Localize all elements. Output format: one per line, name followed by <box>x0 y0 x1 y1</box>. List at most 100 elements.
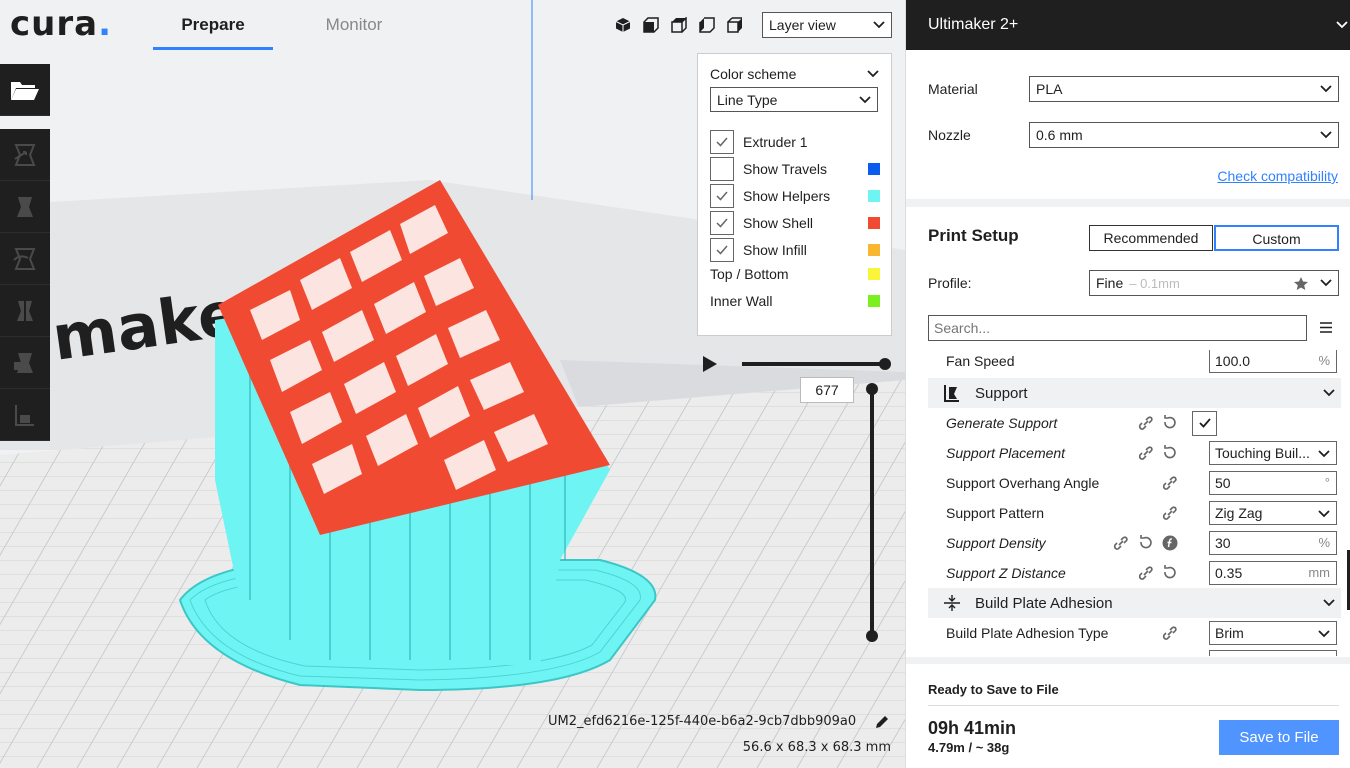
tab-monitor[interactable]: Monitor <box>294 0 414 50</box>
view-front-icon[interactable] <box>640 14 662 36</box>
reset-icon[interactable] <box>1162 445 1178 461</box>
shell-color-swatch <box>868 217 880 229</box>
3d-viewport[interactable]: maker cura. Prepare Monitor Layer view C… <box>0 0 905 768</box>
recommended-mode-button[interactable]: Recommended <box>1089 225 1213 251</box>
view-left-icon[interactable] <box>696 14 718 36</box>
legend-item-show-helpers[interactable]: Show Helpers <box>710 184 880 208</box>
setting-support-z-distance: Support Z Distance 0.35 mm <box>928 558 1341 588</box>
move-icon <box>14 143 36 166</box>
section-divider <box>906 657 1350 664</box>
move-tool-button[interactable] <box>0 129 50 181</box>
view-orientation-toolbar <box>612 14 746 36</box>
fan-speed-input[interactable]: 100.0% <box>1209 350 1337 373</box>
setting-label: Generate Support <box>946 415 1058 431</box>
legend-label: Inner Wall <box>710 293 773 309</box>
chevron-down-icon <box>873 21 885 29</box>
check-icon <box>1198 418 1211 428</box>
color-scheme-value: Line Type <box>717 91 778 108</box>
material-label: Material <box>928 81 978 97</box>
extruder-checkbox[interactable] <box>710 130 734 154</box>
view-top-icon[interactable] <box>668 14 690 36</box>
per-model-settings-button[interactable] <box>0 337 50 389</box>
layer-number-input[interactable]: 677 <box>800 377 854 403</box>
per-model-icon <box>14 352 33 373</box>
setting-support-placement: Support Placement Touching Buil... <box>928 438 1341 468</box>
custom-mode-button[interactable]: Custom <box>1214 225 1339 251</box>
support-z-distance-input[interactable]: 0.35 mm <box>1209 561 1337 585</box>
machine-selector[interactable]: Ultimaker 2+ <box>906 0 1350 50</box>
rotate-tool-button[interactable] <box>0 233 50 285</box>
print-time: 09h 41min <box>928 718 1017 738</box>
pencil-icon[interactable] <box>874 714 890 730</box>
menu-icon[interactable] <box>1320 322 1332 333</box>
view-3d-icon[interactable] <box>612 14 634 36</box>
settings-search-input[interactable] <box>928 315 1307 341</box>
show-helpers-checkbox[interactable] <box>710 184 734 208</box>
scale-tool-button[interactable] <box>0 181 50 233</box>
support-placement-select[interactable]: Touching Buil... <box>1209 441 1337 465</box>
setting-label: Support Density <box>946 535 1046 551</box>
show-infill-checkbox[interactable] <box>710 238 734 262</box>
view-mode-select[interactable]: Layer view <box>762 12 892 38</box>
check-compatibility-link[interactable]: Check compatibility <box>1217 168 1338 184</box>
category-support[interactable]: Support <box>928 378 1341 408</box>
setting-label: Fan Speed <box>946 353 1015 369</box>
category-build-plate-adhesion[interactable]: Build Plate Adhesion <box>928 588 1341 618</box>
adhesion-type-select[interactable]: Brim <box>1209 621 1337 645</box>
setting-support-density: Support Density 30% <box>928 528 1341 558</box>
support-pattern-select[interactable]: Zig Zag <box>1209 501 1337 525</box>
check-icon <box>716 137 728 147</box>
object-filename: UM2_efd6216e-125f-440e-b6a2-9cb7dbb909a0 <box>548 714 857 729</box>
check-icon <box>716 218 728 228</box>
chevron-down-icon <box>1320 279 1332 287</box>
color-scheme-select[interactable]: Line Type <box>710 87 878 112</box>
chevron-down-icon <box>1320 85 1332 93</box>
path-slider-handle[interactable] <box>879 358 891 370</box>
chevron-down-icon <box>1336 21 1348 29</box>
nozzle-label: Nozzle <box>928 127 971 143</box>
object-dimensions: 56.6 x 68.3 x 68.3 mm <box>742 740 891 755</box>
material-select[interactable]: PLA <box>1029 76 1339 102</box>
reset-icon[interactable] <box>1162 415 1178 431</box>
view-right-icon[interactable] <box>724 14 746 36</box>
legend-item-show-travels[interactable]: Show Travels <box>710 157 880 181</box>
chevron-down-icon[interactable] <box>867 70 879 78</box>
setting-build-plate-adhesion-type: Build Plate Adhesion Type Brim <box>928 618 1341 648</box>
generate-support-checkbox[interactable] <box>1192 410 1217 436</box>
chevron-down-icon <box>859 95 871 103</box>
chevron-down-icon <box>1323 599 1335 607</box>
machine-name: Ultimaker 2+ <box>928 16 1019 33</box>
partial-next-setting <box>1209 650 1337 656</box>
show-travels-checkbox[interactable] <box>710 157 734 181</box>
nozzle-value: 0.6 mm <box>1036 127 1083 143</box>
chevron-down-icon <box>1318 630 1330 638</box>
chevron-down-icon <box>1323 389 1335 397</box>
legend-item-show-shell[interactable]: Show Shell <box>710 211 880 235</box>
layer-slider-upper-handle[interactable] <box>866 383 878 395</box>
legend-item-extruder-1[interactable]: Extruder 1 <box>710 130 880 154</box>
legend-item-show-infill[interactable]: Show Infill <box>710 238 880 262</box>
link-icon <box>1138 446 1153 460</box>
profile-select[interactable]: Fine – 0.1mm <box>1089 270 1339 296</box>
support-density-input[interactable]: 30% <box>1209 531 1337 555</box>
save-to-file-button[interactable]: Save to File <box>1219 720 1339 755</box>
layer-slider-lower-handle[interactable] <box>866 630 878 642</box>
show-shell-checkbox[interactable] <box>710 211 734 235</box>
mirror-tool-button[interactable] <box>0 285 50 337</box>
reset-icon[interactable] <box>1162 565 1178 581</box>
mirror-icon <box>17 298 33 323</box>
support-blocker-button[interactable] <box>0 389 50 441</box>
support-overhang-angle-input[interactable]: 50 ° <box>1209 471 1337 495</box>
open-file-button[interactable] <box>0 64 50 116</box>
setting-support-overhang-angle: Support Overhang Angle 50 ° <box>928 468 1341 498</box>
tab-prepare[interactable]: Prepare <box>153 0 273 50</box>
profile-value: Fine <box>1096 275 1124 291</box>
link-icon <box>1138 416 1153 430</box>
left-toolbar <box>0 64 50 441</box>
legend-item-inner-wall: Inner Wall <box>710 289 880 313</box>
function-icon[interactable] <box>1162 535 1178 551</box>
reset-icon[interactable] <box>1138 535 1154 551</box>
setting-label: Support Placement <box>946 445 1066 461</box>
play-icon[interactable] <box>703 356 717 372</box>
nozzle-select[interactable]: 0.6 mm <box>1029 122 1339 148</box>
